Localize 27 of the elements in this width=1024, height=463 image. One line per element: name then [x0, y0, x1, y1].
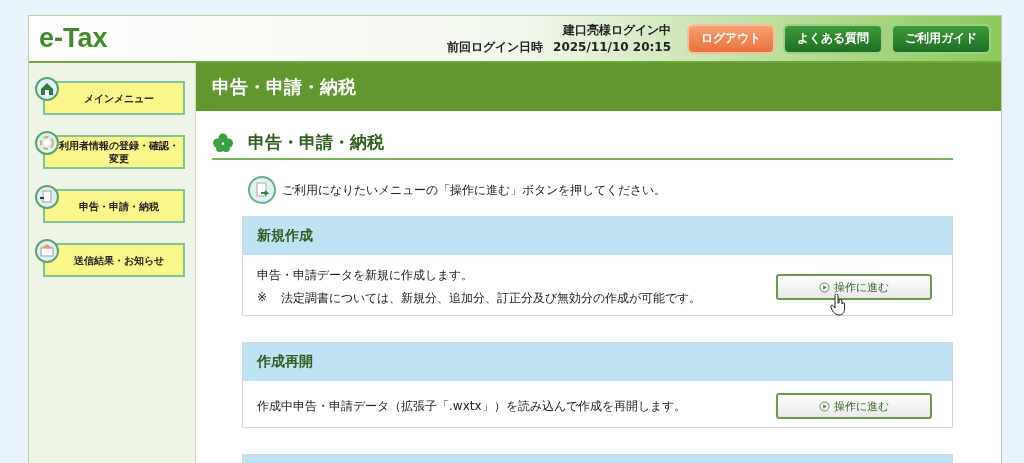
logo: e-Tax: [39, 23, 108, 54]
description-text: 申告・申請データを新規に作成します。: [257, 267, 474, 284]
description-text: 作成中申告・申請データ（拡張子「.wxtx」）を読み込んで作成を再開します。: [257, 397, 687, 415]
sidebar-item[interactable]: 利用者情報の登録・確認・変更: [43, 135, 185, 169]
sidebar-item[interactable]: 申告・申請・納税: [43, 189, 185, 223]
sidebar-item[interactable]: 送信結果・お知らせ: [43, 243, 185, 277]
last-login-label: 前回ログイン日時: [447, 38, 544, 56]
note-text: 法定調書については、新規分、追加分、訂正分及び無効分の作成が可能です。: [281, 290, 702, 307]
section-heading: 申告・申請・納税: [248, 131, 384, 154]
play-icon: [819, 400, 830, 412]
proceed-button[interactable]: 操作に進む: [776, 393, 932, 419]
ring-icon: [35, 131, 59, 155]
login-status: 建口亮様ログイン中: [563, 21, 671, 39]
instruction-text: ご利用になりたいメニューの「操作に進む」ボタンを押してください。: [282, 181, 666, 199]
last-login-time: 2025/11/10 20:15: [553, 38, 671, 56]
note-mark: ※: [257, 290, 268, 306]
header-button[interactable]: よくある質問: [783, 23, 883, 54]
play-icon: [819, 281, 830, 293]
header-button[interactable]: ご利用ガイド: [891, 23, 991, 54]
house-icon: [35, 77, 59, 101]
page-title: 申告・申請・納税: [196, 63, 1001, 111]
panel-title: 新規作成: [257, 227, 313, 245]
clover-icon: [212, 131, 234, 154]
panel-title: 作成再開: [257, 353, 313, 371]
sidebar-item[interactable]: メインメニュー: [43, 81, 185, 115]
envelope-icon: [35, 239, 59, 263]
document-icon: [35, 185, 59, 209]
